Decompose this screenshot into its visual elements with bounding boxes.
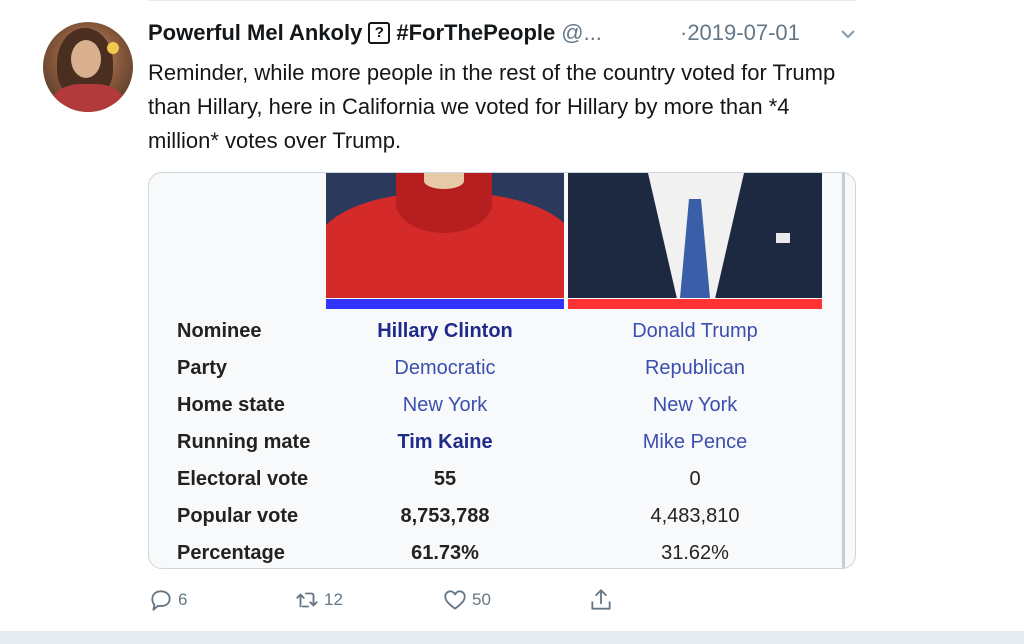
table-row: Party Democratic Republican <box>149 350 849 387</box>
avatar-face <box>71 40 101 78</box>
attached-image-card[interactable]: Nominee Hillary Clinton Donald Trump Par… <box>148 172 856 569</box>
avatar-flower <box>107 42 119 54</box>
row-label: Party <box>177 357 228 379</box>
avatar-shirt <box>53 84 123 112</box>
tweet-actions: 6 12 50 <box>148 586 628 614</box>
row-label: Popular vote <box>177 505 299 527</box>
trump-cell: 31.62% <box>661 542 729 564</box>
table-row: Nominee Hillary Clinton Donald Trump <box>149 313 849 350</box>
retweet-button[interactable]: 12 <box>294 586 343 614</box>
trump-cell: Mike Pence <box>642 431 748 453</box>
retweet-count: 12 <box>324 590 343 609</box>
bottom-separator <box>0 631 1024 644</box>
row-label: Percentage <box>177 542 285 564</box>
trump-cell: Republican <box>644 357 746 379</box>
table-row: Popular vote 8,753,788 4,483,810 <box>149 498 849 535</box>
author-handle[interactable]: @... <box>561 20 602 46</box>
donald-trump-photo <box>568 173 822 298</box>
reply-button[interactable]: 6 <box>148 586 187 614</box>
tweet-date[interactable]: ·2019-07-01 <box>680 18 800 48</box>
author-hashtag[interactable]: #ForThePeople <box>396 20 555 46</box>
table-row: Electoral vote 55 0 <box>149 461 849 498</box>
hillary-cell: Democratic <box>394 357 496 379</box>
hillary-clinton-photo <box>326 173 564 298</box>
hillary-cell: 8,753,788 <box>400 505 490 527</box>
hillary-cell: 55 <box>433 468 457 490</box>
hillary-cell: Tim Kaine <box>397 431 493 453</box>
table-row: Percentage 61.73% 31.62% <box>149 535 849 568</box>
table-row: Home state New York New York <box>149 387 849 424</box>
trump-cell: New York <box>652 394 738 416</box>
row-label: Electoral vote <box>177 468 309 490</box>
democratic-color-stripe <box>326 299 564 309</box>
avatar[interactable] <box>43 22 133 112</box>
top-divider <box>148 0 856 1</box>
trump-cell: 4,483,810 <box>650 505 740 527</box>
row-label: Nominee <box>177 320 262 342</box>
trump-cell: Donald Trump <box>632 320 758 342</box>
tweet-text: Reminder, while more people in the rest … <box>148 60 836 153</box>
reply-icon <box>151 590 171 611</box>
row-label: Home state <box>177 394 285 416</box>
republican-color-stripe <box>568 299 822 309</box>
table-row: Running mate Tim Kaine Mike Pence <box>149 424 849 461</box>
like-button[interactable]: 50 <box>442 586 491 614</box>
retweet-icon <box>296 592 318 608</box>
like-count: 50 <box>472 590 491 609</box>
reply-count: 6 <box>178 590 188 609</box>
row-label: Running mate <box>177 431 311 453</box>
share-button[interactable] <box>588 586 614 614</box>
hillary-cell: 61.73% <box>411 542 479 564</box>
share-icon <box>591 589 611 610</box>
unknown-emoji-badge: ? <box>368 22 391 44</box>
hillary-cell: Hillary Clinton <box>377 320 513 342</box>
hillary-cell: New York <box>402 394 488 416</box>
chevron-down-icon[interactable] <box>838 24 858 44</box>
like-icon <box>444 590 466 610</box>
trump-cell: 0 <box>689 468 701 490</box>
tweet-header: Powerful Mel Ankoly ? #ForThePeople @... <box>148 18 602 48</box>
author-name[interactable]: Powerful Mel Ankoly <box>148 20 362 46</box>
